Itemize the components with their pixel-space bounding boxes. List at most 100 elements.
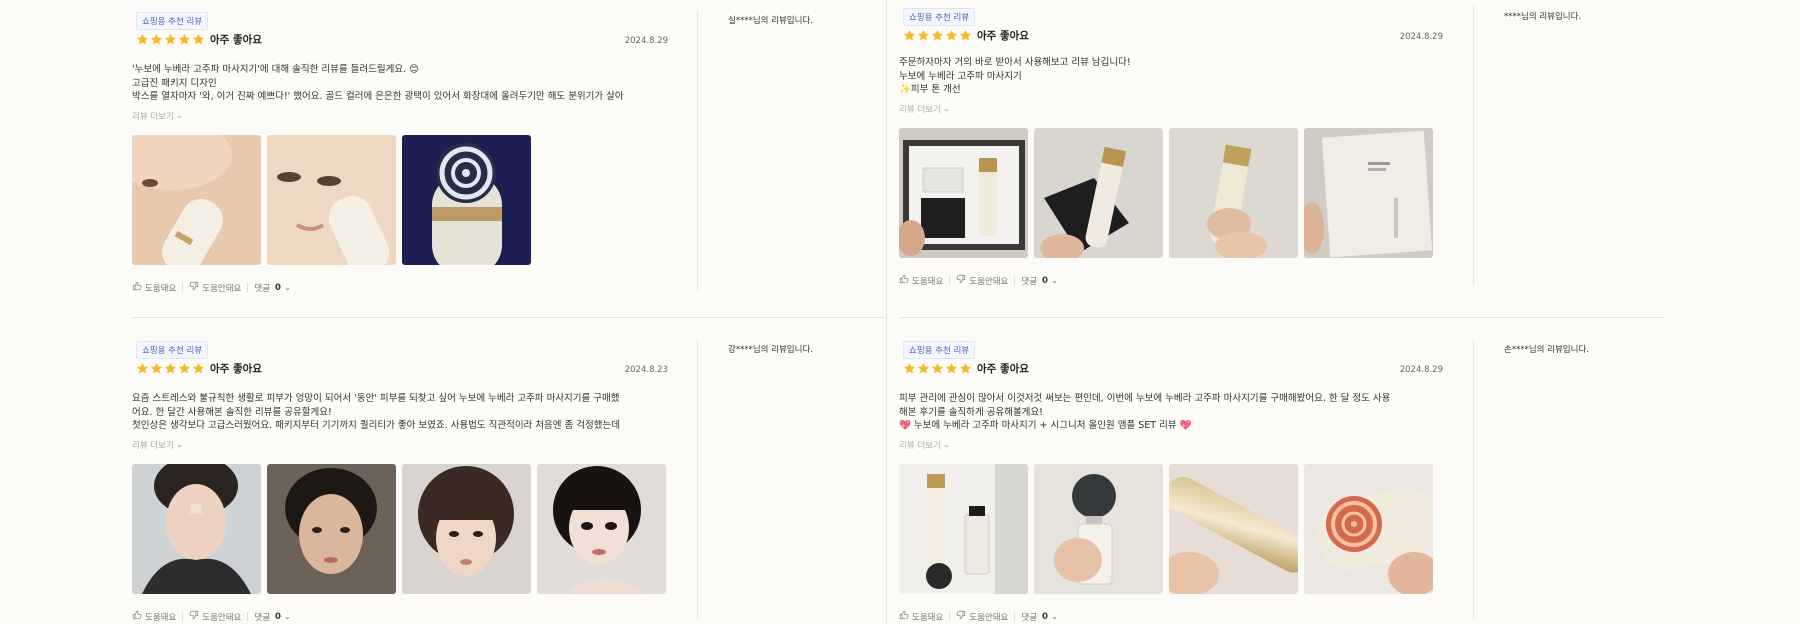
review-line: 💖 누보에 누베라 고주파 마사지기 + 시그니처 올인원 앰플 SET 리뷰 … — [899, 420, 1192, 431]
star-icon — [164, 33, 177, 45]
star-icon — [917, 362, 930, 374]
comments-button-label: 댓글 — [1021, 612, 1038, 623]
review-more-link[interactable]: 리뷰 더보기 ⌄ — [132, 439, 183, 451]
comments-button[interactable]: 댓글 0 ⌄ — [1021, 275, 1058, 287]
divider — [949, 276, 951, 285]
helpful-button[interactable]: 도움돼요 — [132, 610, 176, 623]
review-photo-ampoule-in-hand[interactable] — [1034, 464, 1163, 594]
review-photo-opened-gift-box[interactable] — [899, 128, 1028, 258]
stars — [903, 362, 972, 375]
review-line: 박스를 열자마자 '와, 이거 진짜 예쁘다!' 했어요. 골드 컬러에 은은한… — [132, 91, 624, 102]
review-photo-device-with-ampoule[interactable] — [899, 464, 1028, 594]
review-photo-portrait-short-hair[interactable] — [267, 464, 396, 594]
row-divider — [132, 317, 886, 318]
review-line: 첫인상은 생각보다 고급스러웠어요. 패키지부터 기기까지 퀄리티가 좋아 보였… — [132, 420, 621, 431]
review-photo-cheek-with-device[interactable] — [267, 135, 396, 265]
review-line: '누보에 누베라 고주파 마사지기'에 대해 솔직한 리뷰를 들려드릴게요. 😊 — [132, 64, 420, 75]
divider — [949, 612, 951, 621]
review-photo-device-gold-closeup[interactable] — [1169, 464, 1298, 594]
review-photo-portrait-bob[interactable] — [537, 464, 666, 594]
star-icon — [150, 362, 163, 374]
divider — [1014, 612, 1016, 621]
comments-button[interactable]: 댓글 0 ⌄ — [1021, 611, 1058, 623]
comments-button-label: 댓글 — [254, 612, 271, 623]
row-divider — [899, 317, 1665, 318]
review-divider — [697, 10, 698, 290]
stars — [136, 362, 205, 375]
review-more-link[interactable]: 리뷰 더보기 ⌄ — [899, 103, 950, 115]
comment-count: 0 — [275, 282, 281, 293]
reviewer-name: ****님의 리뷰입니다. — [1504, 12, 1582, 22]
thumbs-down-icon — [189, 281, 199, 294]
comments-button[interactable]: 댓글 0 ⌄ — [254, 282, 291, 294]
thumbs-up-icon — [899, 274, 909, 287]
chevron-down-icon: ⌄ — [283, 611, 292, 622]
review-actions: 도움돼요 도움안돼요 댓글 0 ⌄ — [132, 281, 291, 294]
not-helpful-button-label: 도움안돼요 — [202, 283, 242, 294]
review-photo-face-with-device[interactable] — [132, 135, 261, 265]
review-divider — [1473, 339, 1474, 619]
review-line: ✨피부 톤 개선 — [899, 84, 961, 95]
helpful-button[interactable]: 도움돼요 — [132, 281, 176, 294]
recommended-badge: 쇼핑용 추천 리뷰 — [136, 12, 209, 30]
star-rating: 아주 좋아요 — [903, 361, 1029, 376]
chevron-down-icon: ⌄ — [942, 440, 950, 450]
divider — [247, 612, 249, 621]
not-helpful-button[interactable]: 도움안돼요 — [189, 610, 241, 623]
review-photo-portrait-hoodie[interactable] — [132, 464, 261, 594]
review-divider — [1473, 6, 1474, 286]
review-text: '누보에 누베라 고주파 마사지기'에 대해 솔직한 리뷰를 들려드릴게요. 😊… — [132, 63, 668, 104]
not-helpful-button-label: 도움안돼요 — [969, 276, 1009, 287]
review-date: 2024.8.29 — [1399, 32, 1443, 42]
helpful-button-label: 도움돼요 — [145, 612, 177, 623]
chevron-down-icon: ⌄ — [1050, 611, 1059, 622]
star-icon — [959, 362, 972, 374]
review-line: 해본 후기를 솔직하게 공유해볼게요! — [899, 406, 1043, 418]
review-photos — [132, 464, 666, 594]
helpful-button[interactable]: 도움돼요 — [899, 610, 943, 623]
star-rating: 아주 좋아요 — [903, 28, 1029, 43]
review-photo-device-in-hand[interactable] — [1169, 128, 1298, 258]
review-photo-device-red-light[interactable] — [1304, 464, 1433, 594]
review-photo-device-on-pouch[interactable] — [1034, 128, 1163, 258]
review-text: 피부 관리에 관심이 많아서 이것저것 써보는 편인데, 이번에 누보에 누베라… — [899, 392, 1443, 433]
review-text: 요즘 스트레스와 불규칙한 생활로 피부가 엉망이 되어서 '동안' 피부를 되… — [132, 392, 668, 433]
helpful-button[interactable]: 도움돼요 — [899, 274, 943, 287]
review-more-link[interactable]: 리뷰 더보기 ⌄ — [899, 439, 950, 451]
not-helpful-button[interactable]: 도움안돼요 — [956, 610, 1008, 623]
reviewer-name: 손****님의 리뷰입니다. — [1504, 345, 1589, 355]
review-photo-portrait-bangs[interactable] — [402, 464, 531, 594]
thumbs-up-icon — [899, 610, 909, 623]
star-icon — [959, 29, 972, 41]
thumbs-down-icon — [956, 610, 966, 623]
review-more-link[interactable]: 리뷰 더보기 ⌄ — [132, 110, 183, 122]
comment-count: 0 — [275, 611, 281, 622]
thumbs-up-icon — [132, 610, 142, 623]
thumbs-down-icon — [956, 274, 966, 287]
review-date: 2024.8.29 — [624, 36, 668, 46]
helpful-button-label: 도움돼요 — [912, 276, 944, 287]
comments-button[interactable]: 댓글 0 ⌄ — [254, 611, 291, 623]
review-line: 어요. 한 달간 사용해본 솔직한 리뷰를 공유할게요! — [132, 406, 332, 418]
more-label: 리뷰 더보기 — [899, 105, 941, 115]
rating-label: 아주 좋아요 — [977, 363, 1029, 375]
review-line: 피부 관리에 관심이 많아서 이것저것 써보는 편인데, 이번에 누보에 누베라… — [899, 393, 1391, 404]
star-rating: 아주 좋아요 — [136, 361, 262, 376]
rating-label: 아주 좋아요 — [210, 34, 262, 46]
not-helpful-button[interactable]: 도움안돼요 — [956, 274, 1008, 287]
star-icon — [917, 29, 930, 41]
review-photo-brand-box[interactable] — [1304, 128, 1433, 258]
review-actions: 도움돼요 도움안돼요 댓글 0 ⌄ — [132, 610, 291, 623]
more-label: 리뷰 더보기 — [132, 441, 174, 451]
thumbs-down-icon — [189, 610, 199, 623]
review-divider — [697, 339, 698, 619]
reviewer-name: 강****님의 리뷰입니다. — [728, 345, 813, 355]
review-photo-device-light-head[interactable] — [402, 135, 531, 265]
star-icon — [192, 33, 205, 45]
star-icon — [136, 362, 149, 374]
comment-count: 0 — [1042, 611, 1048, 622]
review-date: 2024.8.29 — [1399, 365, 1443, 375]
star-icon — [178, 362, 191, 374]
review-actions: 도움돼요 도움안돼요 댓글 0 ⌄ — [899, 274, 1058, 287]
not-helpful-button[interactable]: 도움안돼요 — [189, 281, 241, 294]
